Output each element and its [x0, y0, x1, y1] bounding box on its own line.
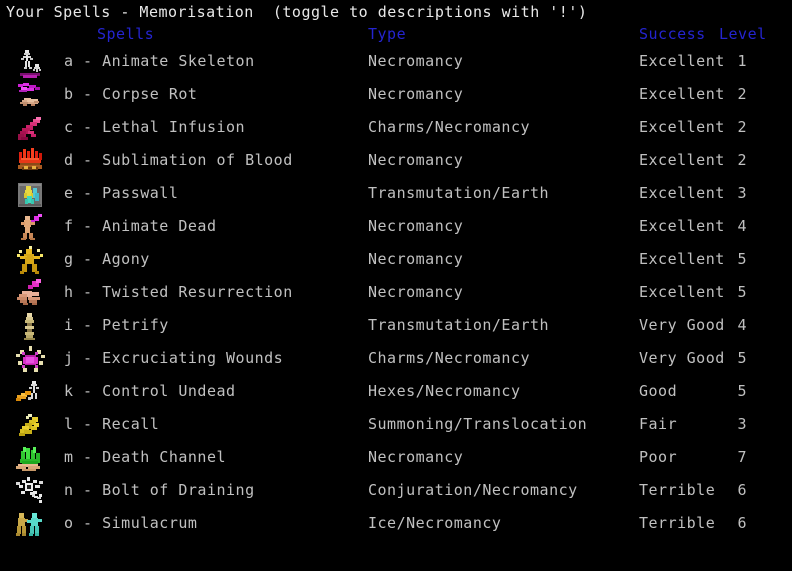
spell-success: Excellent	[639, 85, 725, 103]
spell-type: Necromancy	[368, 52, 464, 70]
spell-level: 1	[737, 52, 747, 70]
spell-success: Poor	[639, 448, 678, 466]
spell-level: 3	[737, 415, 747, 433]
spell-row[interactable]: b - Corpse Rot Necromancy Excellent 2	[0, 79, 792, 112]
simulacrum-icon	[14, 509, 46, 541]
spell-type: Transmutation/Earth	[368, 184, 550, 202]
agony-icon	[14, 245, 46, 277]
spell-success: Very Good	[639, 349, 725, 367]
spell-level: 5	[737, 283, 747, 301]
recall-icon	[14, 410, 46, 442]
spell-row[interactable]: e - Passwall Transmutation/Earth Excellent…	[0, 178, 792, 211]
spell-type: Charms/Necromancy	[368, 118, 531, 136]
spell-row[interactable]: j - Excruciating Wounds Charms/Necromancy…	[0, 343, 792, 376]
spell-level: 6	[737, 514, 747, 532]
twisted-resurrection-icon	[14, 278, 46, 310]
spell-success: Excellent	[639, 217, 725, 235]
spell-row[interactable]: d - Sublimation of Blood Necromancy Excell…	[0, 145, 792, 178]
spell-row[interactable]: i - Petrify Transmutation/Earth Very Good 4	[0, 310, 792, 343]
spell-type: Ice/Necromancy	[368, 514, 502, 532]
spell-level: 2	[737, 118, 747, 136]
spell-level: 3	[737, 184, 747, 202]
page-title: Your Spells - Memorisation (toggle to de…	[6, 3, 588, 21]
spell-row[interactable]: k - Control Undead Hexes/Necromancy Good 5	[0, 376, 792, 409]
spell-name: h - Twisted Resurrection	[64, 283, 293, 301]
spell-type: Necromancy	[368, 250, 464, 268]
spell-success: Excellent	[639, 250, 725, 268]
spell-row[interactable]: m - Death Channel Necromancy Poor 7	[0, 442, 792, 475]
lethal-infusion-icon	[14, 113, 46, 145]
spell-name: b - Corpse Rot	[64, 85, 198, 103]
excruciating-wounds-icon	[14, 344, 46, 376]
column-header-level: Level	[719, 25, 767, 43]
spell-name: j - Excruciating Wounds	[64, 349, 284, 367]
spell-success: Very Good	[639, 316, 725, 334]
spell-name: l - Recall	[64, 415, 160, 433]
spell-success: Excellent	[639, 151, 725, 169]
spell-row[interactable]: a - Animate Skeleton Necromancy Excellent 1	[0, 46, 792, 79]
bolt-of-draining-icon	[14, 476, 46, 508]
spell-name: n - Bolt of Draining	[64, 481, 255, 499]
corpse-rot-icon	[14, 80, 46, 112]
spell-row[interactable]: h - Twisted Resurrection Necromancy Excell…	[0, 277, 792, 310]
spell-success: Excellent	[639, 283, 725, 301]
spell-memorisation-screen: Your Spells - Memorisation (toggle to de…	[0, 0, 792, 571]
spell-success: Fair	[639, 415, 678, 433]
spell-type: Charms/Necromancy	[368, 349, 531, 367]
spell-type: Summoning/Translocation	[368, 415, 588, 433]
spell-type: Necromancy	[368, 217, 464, 235]
spell-success: Terrible	[639, 481, 716, 499]
spell-success: Excellent	[639, 52, 725, 70]
column-header-row: Spells Type Success Level	[0, 24, 792, 44]
spell-name: g - Agony	[64, 250, 150, 268]
spell-name: m - Death Channel	[64, 448, 227, 466]
animate-dead-icon	[14, 212, 46, 244]
spell-type: Necromancy	[368, 151, 464, 169]
passwall-icon	[14, 179, 46, 211]
spell-name: e - Passwall	[64, 184, 179, 202]
column-header-spells: Spells	[97, 25, 155, 43]
spell-row[interactable]: l - Recall Summoning/Translocation Fair 3	[0, 409, 792, 442]
spell-success: Excellent	[639, 118, 725, 136]
spell-name: o - Simulacrum	[64, 514, 198, 532]
spell-name: k - Control Undead	[64, 382, 236, 400]
spell-type: Necromancy	[368, 448, 464, 466]
spell-level: 7	[737, 448, 747, 466]
spell-name: f - Animate Dead	[64, 217, 217, 235]
spell-row[interactable]: g - Agony Necromancy Excellent 5	[0, 244, 792, 277]
spell-type: Hexes/Necromancy	[368, 382, 521, 400]
spell-type: Conjuration/Necromancy	[368, 481, 578, 499]
petrify-icon	[14, 311, 46, 343]
spell-name: d - Sublimation of Blood	[64, 151, 293, 169]
spell-name: i - Petrify	[64, 316, 169, 334]
spell-success: Good	[639, 382, 678, 400]
spell-level: 6	[737, 481, 747, 499]
spell-row[interactable]: n - Bolt of Draining Conjuration/Necroman…	[0, 475, 792, 508]
spell-level: 2	[737, 85, 747, 103]
spell-level: 5	[737, 349, 747, 367]
spell-type: Necromancy	[368, 283, 464, 301]
control-undead-icon	[14, 377, 46, 409]
spell-row[interactable]: o - Simulacrum Ice/Necromancy Terrible 6	[0, 508, 792, 541]
death-channel-icon	[14, 443, 46, 475]
column-header-success: Success	[639, 25, 706, 43]
spell-success: Excellent	[639, 184, 725, 202]
spell-name: a - Animate Skeleton	[64, 52, 255, 70]
animate-skeleton-icon	[14, 47, 46, 79]
sublimation-of-blood-icon	[14, 146, 46, 178]
spell-level: 5	[737, 382, 747, 400]
spell-type: Transmutation/Earth	[368, 316, 550, 334]
spell-success: Terrible	[639, 514, 716, 532]
spell-type: Necromancy	[368, 85, 464, 103]
spell-level: 4	[737, 217, 747, 235]
spell-level: 5	[737, 250, 747, 268]
spell-level: 4	[737, 316, 747, 334]
spell-row[interactable]: f - Animate Dead Necromancy Excellent 4	[0, 211, 792, 244]
column-header-type: Type	[368, 25, 407, 43]
spell-name: c - Lethal Infusion	[64, 118, 246, 136]
spell-row[interactable]: c - Lethal Infusion Charms/Necromancy Exce…	[0, 112, 792, 145]
spell-level: 2	[737, 151, 747, 169]
spell-list: a - Animate Skeleton Necromancy Excellent 1…	[0, 46, 792, 541]
